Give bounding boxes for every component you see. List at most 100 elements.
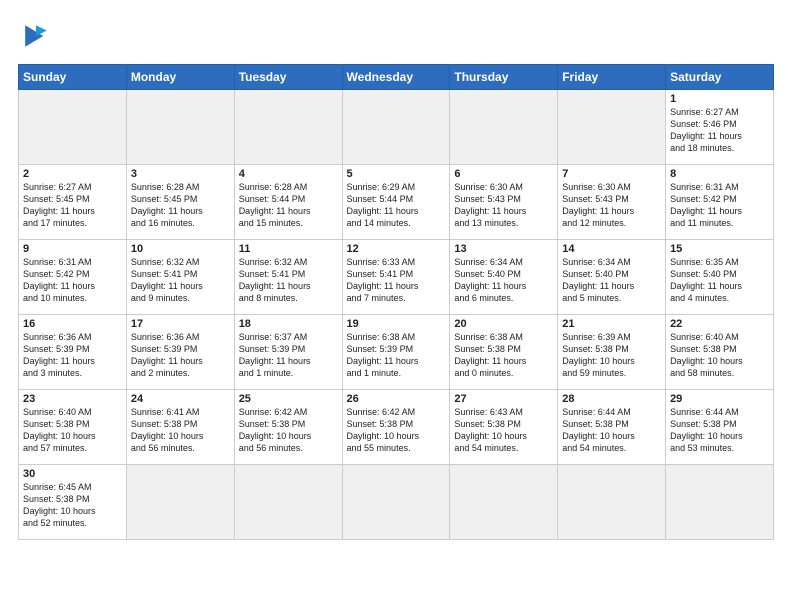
day-number: 28 <box>562 393 661 405</box>
calendar-cell <box>342 90 450 165</box>
calendar-cell: 22Sunrise: 6:40 AM Sunset: 5:38 PM Dayli… <box>666 315 774 390</box>
calendar-header: SundayMondayTuesdayWednesdayThursdayFrid… <box>19 65 774 90</box>
day-info: Sunrise: 6:33 AM Sunset: 5:41 PM Dayligh… <box>347 256 446 305</box>
day-info: Sunrise: 6:38 AM Sunset: 5:39 PM Dayligh… <box>347 331 446 380</box>
day-info: Sunrise: 6:29 AM Sunset: 5:44 PM Dayligh… <box>347 181 446 230</box>
calendar-week-1: 2Sunrise: 6:27 AM Sunset: 5:45 PM Daylig… <box>19 165 774 240</box>
calendar-cell: 20Sunrise: 6:38 AM Sunset: 5:38 PM Dayli… <box>450 315 558 390</box>
day-number: 13 <box>454 243 553 255</box>
weekday-row: SundayMondayTuesdayWednesdayThursdayFrid… <box>19 65 774 90</box>
day-number: 23 <box>23 393 122 405</box>
day-info: Sunrise: 6:40 AM Sunset: 5:38 PM Dayligh… <box>23 406 122 455</box>
calendar-week-3: 16Sunrise: 6:36 AM Sunset: 5:39 PM Dayli… <box>19 315 774 390</box>
calendar-cell: 3Sunrise: 6:28 AM Sunset: 5:45 PM Daylig… <box>126 165 234 240</box>
day-number: 16 <box>23 318 122 330</box>
day-info: Sunrise: 6:28 AM Sunset: 5:45 PM Dayligh… <box>131 181 230 230</box>
day-info: Sunrise: 6:30 AM Sunset: 5:43 PM Dayligh… <box>562 181 661 230</box>
calendar-cell: 16Sunrise: 6:36 AM Sunset: 5:39 PM Dayli… <box>19 315 127 390</box>
calendar-cell: 10Sunrise: 6:32 AM Sunset: 5:41 PM Dayli… <box>126 240 234 315</box>
page: SundayMondayTuesdayWednesdayThursdayFrid… <box>0 0 792 612</box>
weekday-tuesday: Tuesday <box>234 65 342 90</box>
calendar-cell <box>126 465 234 540</box>
weekday-thursday: Thursday <box>450 65 558 90</box>
day-number: 6 <box>454 168 553 180</box>
calendar-cell: 5Sunrise: 6:29 AM Sunset: 5:44 PM Daylig… <box>342 165 450 240</box>
day-info: Sunrise: 6:35 AM Sunset: 5:40 PM Dayligh… <box>670 256 769 305</box>
calendar-cell: 30Sunrise: 6:45 AM Sunset: 5:38 PM Dayli… <box>19 465 127 540</box>
weekday-sunday: Sunday <box>19 65 127 90</box>
calendar-cell: 28Sunrise: 6:44 AM Sunset: 5:38 PM Dayli… <box>558 390 666 465</box>
day-info: Sunrise: 6:32 AM Sunset: 5:41 PM Dayligh… <box>239 256 338 305</box>
calendar-week-4: 23Sunrise: 6:40 AM Sunset: 5:38 PM Dayli… <box>19 390 774 465</box>
calendar-cell: 13Sunrise: 6:34 AM Sunset: 5:40 PM Dayli… <box>450 240 558 315</box>
day-info: Sunrise: 6:45 AM Sunset: 5:38 PM Dayligh… <box>23 481 122 530</box>
calendar-cell: 29Sunrise: 6:44 AM Sunset: 5:38 PM Dayli… <box>666 390 774 465</box>
day-info: Sunrise: 6:44 AM Sunset: 5:38 PM Dayligh… <box>562 406 661 455</box>
logo <box>18 18 58 54</box>
calendar-cell <box>19 90 127 165</box>
calendar-cell: 6Sunrise: 6:30 AM Sunset: 5:43 PM Daylig… <box>450 165 558 240</box>
calendar-cell: 7Sunrise: 6:30 AM Sunset: 5:43 PM Daylig… <box>558 165 666 240</box>
calendar-cell: 18Sunrise: 6:37 AM Sunset: 5:39 PM Dayli… <box>234 315 342 390</box>
day-number: 25 <box>239 393 338 405</box>
day-info: Sunrise: 6:27 AM Sunset: 5:46 PM Dayligh… <box>670 106 769 155</box>
day-info: Sunrise: 6:38 AM Sunset: 5:38 PM Dayligh… <box>454 331 553 380</box>
header <box>18 18 774 54</box>
calendar-cell <box>558 90 666 165</box>
day-number: 30 <box>23 468 122 480</box>
calendar-cell: 2Sunrise: 6:27 AM Sunset: 5:45 PM Daylig… <box>19 165 127 240</box>
calendar-cell <box>450 90 558 165</box>
logo-icon <box>18 18 54 54</box>
day-number: 8 <box>670 168 769 180</box>
calendar-cell: 24Sunrise: 6:41 AM Sunset: 5:38 PM Dayli… <box>126 390 234 465</box>
calendar: SundayMondayTuesdayWednesdayThursdayFrid… <box>18 64 774 540</box>
day-number: 9 <box>23 243 122 255</box>
calendar-cell <box>666 465 774 540</box>
day-number: 2 <box>23 168 122 180</box>
weekday-monday: Monday <box>126 65 234 90</box>
day-info: Sunrise: 6:30 AM Sunset: 5:43 PM Dayligh… <box>454 181 553 230</box>
day-number: 18 <box>239 318 338 330</box>
day-number: 4 <box>239 168 338 180</box>
calendar-cell: 26Sunrise: 6:42 AM Sunset: 5:38 PM Dayli… <box>342 390 450 465</box>
day-info: Sunrise: 6:31 AM Sunset: 5:42 PM Dayligh… <box>23 256 122 305</box>
weekday-wednesday: Wednesday <box>342 65 450 90</box>
day-number: 10 <box>131 243 230 255</box>
day-info: Sunrise: 6:34 AM Sunset: 5:40 PM Dayligh… <box>562 256 661 305</box>
day-info: Sunrise: 6:43 AM Sunset: 5:38 PM Dayligh… <box>454 406 553 455</box>
day-info: Sunrise: 6:44 AM Sunset: 5:38 PM Dayligh… <box>670 406 769 455</box>
calendar-week-2: 9Sunrise: 6:31 AM Sunset: 5:42 PM Daylig… <box>19 240 774 315</box>
day-number: 3 <box>131 168 230 180</box>
calendar-cell <box>450 465 558 540</box>
day-number: 26 <box>347 393 446 405</box>
day-number: 22 <box>670 318 769 330</box>
calendar-week-0: 1Sunrise: 6:27 AM Sunset: 5:46 PM Daylig… <box>19 90 774 165</box>
day-info: Sunrise: 6:37 AM Sunset: 5:39 PM Dayligh… <box>239 331 338 380</box>
calendar-cell: 23Sunrise: 6:40 AM Sunset: 5:38 PM Dayli… <box>19 390 127 465</box>
day-number: 19 <box>347 318 446 330</box>
calendar-cell: 11Sunrise: 6:32 AM Sunset: 5:41 PM Dayli… <box>234 240 342 315</box>
calendar-cell <box>342 465 450 540</box>
calendar-cell: 15Sunrise: 6:35 AM Sunset: 5:40 PM Dayli… <box>666 240 774 315</box>
calendar-cell: 19Sunrise: 6:38 AM Sunset: 5:39 PM Dayli… <box>342 315 450 390</box>
day-info: Sunrise: 6:42 AM Sunset: 5:38 PM Dayligh… <box>347 406 446 455</box>
weekday-friday: Friday <box>558 65 666 90</box>
day-number: 5 <box>347 168 446 180</box>
day-info: Sunrise: 6:36 AM Sunset: 5:39 PM Dayligh… <box>131 331 230 380</box>
day-number: 12 <box>347 243 446 255</box>
calendar-cell: 12Sunrise: 6:33 AM Sunset: 5:41 PM Dayli… <box>342 240 450 315</box>
day-number: 24 <box>131 393 230 405</box>
day-info: Sunrise: 6:41 AM Sunset: 5:38 PM Dayligh… <box>131 406 230 455</box>
day-number: 15 <box>670 243 769 255</box>
day-info: Sunrise: 6:36 AM Sunset: 5:39 PM Dayligh… <box>23 331 122 380</box>
day-info: Sunrise: 6:31 AM Sunset: 5:42 PM Dayligh… <box>670 181 769 230</box>
weekday-saturday: Saturday <box>666 65 774 90</box>
day-info: Sunrise: 6:28 AM Sunset: 5:44 PM Dayligh… <box>239 181 338 230</box>
calendar-cell: 17Sunrise: 6:36 AM Sunset: 5:39 PM Dayli… <box>126 315 234 390</box>
calendar-cell: 8Sunrise: 6:31 AM Sunset: 5:42 PM Daylig… <box>666 165 774 240</box>
calendar-cell: 27Sunrise: 6:43 AM Sunset: 5:38 PM Dayli… <box>450 390 558 465</box>
day-info: Sunrise: 6:32 AM Sunset: 5:41 PM Dayligh… <box>131 256 230 305</box>
day-info: Sunrise: 6:42 AM Sunset: 5:38 PM Dayligh… <box>239 406 338 455</box>
day-number: 1 <box>670 93 769 105</box>
calendar-cell: 25Sunrise: 6:42 AM Sunset: 5:38 PM Dayli… <box>234 390 342 465</box>
